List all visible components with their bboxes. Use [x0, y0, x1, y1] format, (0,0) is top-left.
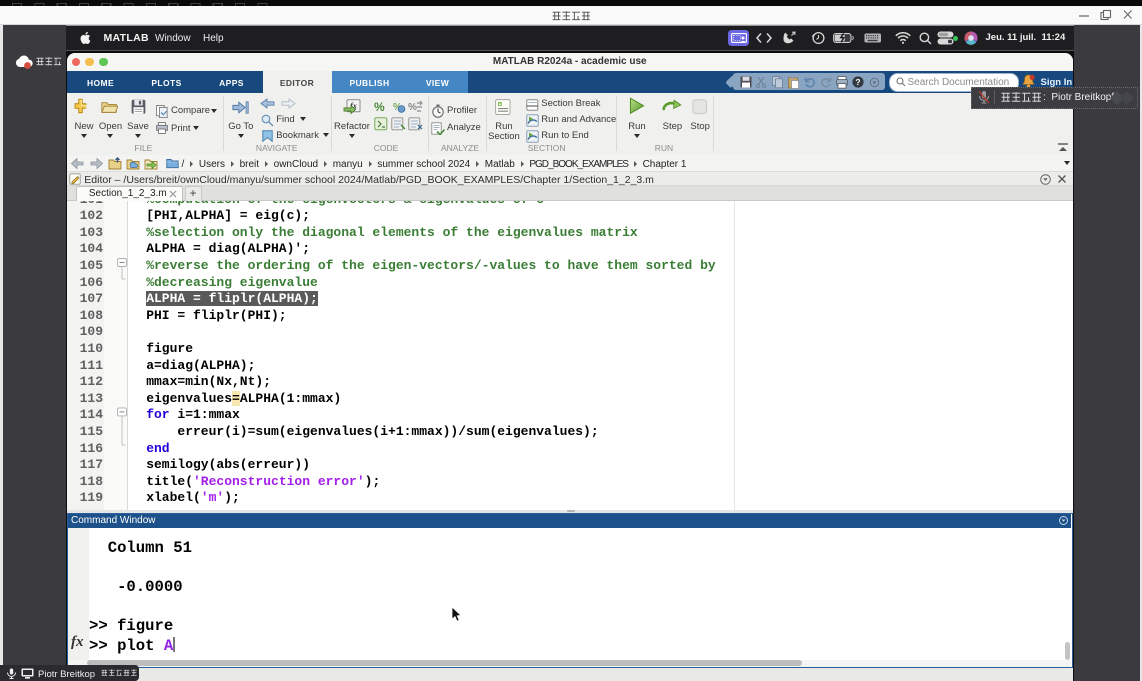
svg-text:?: ? — [855, 77, 860, 87]
svg-text:%: % — [408, 102, 417, 113]
